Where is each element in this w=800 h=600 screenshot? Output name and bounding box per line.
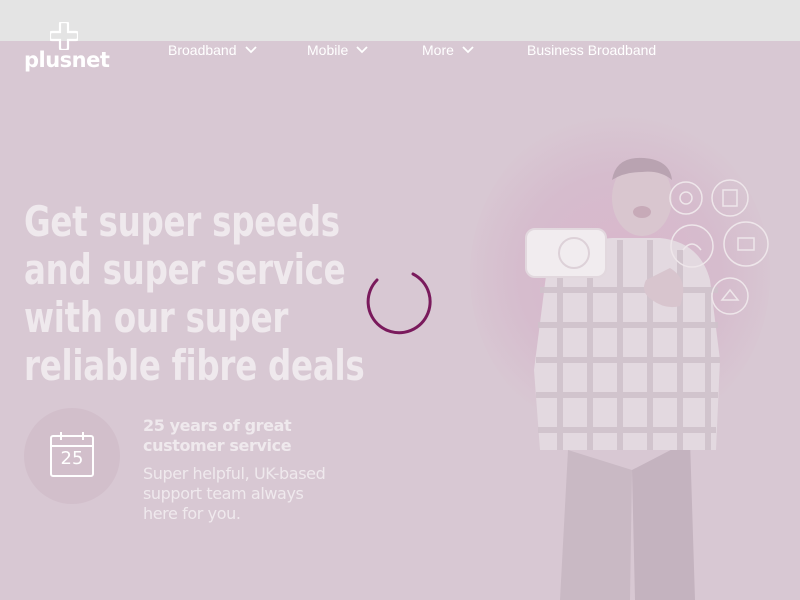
- router-icon: [525, 228, 607, 278]
- nav-label: More: [422, 42, 454, 58]
- headline-line: with our super: [24, 293, 289, 342]
- service-bubble-icon: [723, 221, 769, 267]
- nav-broadband[interactable]: Broadband: [168, 40, 257, 60]
- hero-headline: Get super speeds and super service with …: [24, 198, 384, 390]
- feature-body: Super helpful, UK-based support team alw…: [143, 464, 326, 523]
- loading-spinner-icon: [366, 272, 432, 335]
- service-bubble-icon: [711, 277, 749, 315]
- chevron-down-icon: [462, 46, 474, 54]
- browser-top-strip: [0, 0, 800, 41]
- nav-label: Mobile: [307, 42, 349, 58]
- nav-more[interactable]: More: [422, 40, 474, 60]
- service-bubble-icon: [669, 181, 703, 215]
- service-bubble-icon: [670, 224, 714, 268]
- calendar-number: 25: [60, 448, 84, 469]
- hero-person-illustration: [534, 157, 720, 600]
- plusnet-logo[interactable]: plusnet: [24, 22, 110, 74]
- headline-line: reliable fibre deals: [24, 341, 365, 390]
- headline-line: Get super speeds: [24, 197, 340, 246]
- calendar-badge: 25: [24, 408, 120, 504]
- chevron-down-icon: [356, 46, 368, 54]
- plus-logo-icon: [50, 22, 78, 50]
- nav-business-broadband[interactable]: Business Broadband: [527, 40, 656, 60]
- chevron-down-icon: [244, 46, 257, 54]
- nav-label: Broadband: [168, 42, 237, 58]
- headline-line: and super service: [24, 245, 346, 294]
- nav-mobile[interactable]: Mobile: [307, 40, 368, 60]
- nav-label: Business Broadband: [527, 42, 657, 58]
- logo-wordmark: plusnet: [24, 48, 110, 72]
- feature-title: 25 years of great customer service: [143, 416, 292, 455]
- service-bubble-icon: [711, 179, 749, 217]
